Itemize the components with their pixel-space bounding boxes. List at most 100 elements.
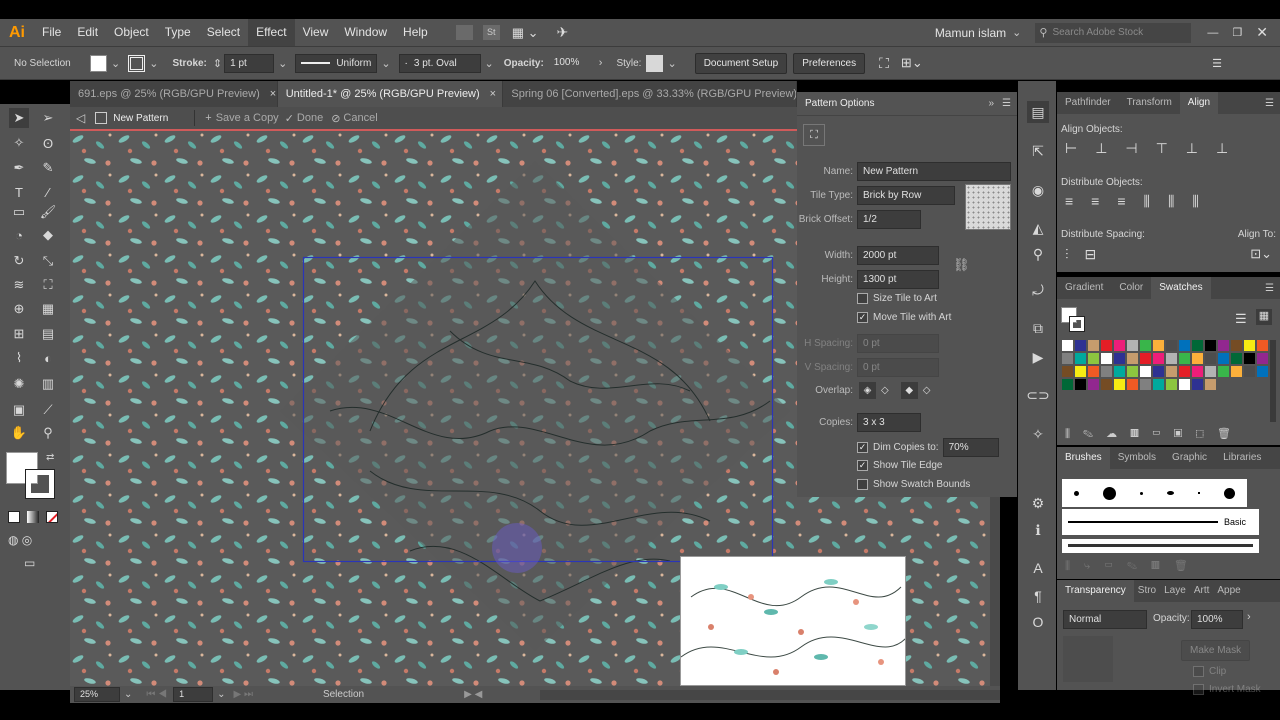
tab-appearance[interactable]: Appe: [1213, 580, 1244, 602]
layers-icon[interactable]: ⧉: [1027, 317, 1049, 339]
color-swatch[interactable]: [1062, 353, 1073, 364]
color-swatch[interactable]: [1257, 340, 1268, 351]
color-swatch[interactable]: [1062, 340, 1073, 351]
chevron-down-icon[interactable]: ⌄: [124, 689, 132, 700]
stroke-color-box[interactable]: [25, 469, 55, 499]
color-swatch[interactable]: [1140, 366, 1151, 377]
panel-menu-icon[interactable]: ☰: [1212, 57, 1222, 70]
size-tile-to-art-row[interactable]: Size Tile to Art: [857, 293, 937, 304]
zoom-level-field[interactable]: 25%: [74, 687, 120, 702]
color-swatch[interactable]: [1127, 379, 1138, 390]
chevron-down-icon[interactable]: ⌄: [381, 57, 390, 70]
color-swatch[interactable]: [1075, 353, 1086, 364]
line-tool-icon[interactable]: ∕: [38, 182, 58, 202]
show-tile-edge-row[interactable]: ✓ Show Tile Edge: [857, 460, 943, 471]
menu-view[interactable]: View: [295, 19, 337, 46]
brush-dot-5[interactable]: [1198, 492, 1200, 494]
paragraph-icon[interactable]: ¶: [1027, 585, 1049, 607]
dim-copies-checkbox[interactable]: ✓: [857, 442, 868, 453]
invert-mask-row[interactable]: Invert Mask: [1193, 684, 1261, 695]
list-view-icon[interactable]: ☰: [1235, 311, 1247, 327]
hand-tool-icon[interactable]: ✋: [9, 423, 29, 443]
color-swatch[interactable]: [1166, 340, 1177, 351]
tab-graphic-styles[interactable]: Graphic: [1164, 447, 1215, 469]
chevron-down-icon[interactable]: ⌄: [149, 57, 158, 70]
color-swatch[interactable]: [1075, 340, 1086, 351]
color-swatch[interactable]: [1166, 366, 1177, 377]
color-swatch[interactable]: [1192, 379, 1203, 390]
eyedropper-icon[interactable]: ⌇: [9, 348, 29, 368]
color-swatch[interactable]: [1218, 353, 1229, 364]
brush-swatch-row[interactable]: [1062, 479, 1247, 507]
properties-icon[interactable]: ▤: [1027, 101, 1049, 123]
done-button[interactable]: Done: [297, 112, 323, 124]
color-swatch[interactable]: [1114, 353, 1125, 364]
color-guide-icon[interactable]: ◉: [1027, 179, 1049, 201]
color-swatch[interactable]: [1231, 366, 1242, 377]
close-icon[interactable]: ×: [490, 88, 496, 100]
color-swatch[interactable]: [1127, 340, 1138, 351]
variable-width-profile[interactable]: Uniform: [295, 53, 378, 73]
color-swatch[interactable]: [1205, 379, 1216, 390]
align-dropdown-icon[interactable]: ⊞⌄: [901, 55, 923, 71]
free-transform-icon[interactable]: ⛶: [38, 275, 58, 295]
color-swatch[interactable]: [1231, 353, 1242, 364]
menu-effect[interactable]: Effect: [248, 19, 295, 46]
cancel-button[interactable]: Cancel: [343, 112, 377, 124]
assets-icon[interactable]: ⤾: [1027, 279, 1049, 301]
stock-icon[interactable]: St: [482, 25, 500, 40]
show-tile-edge-checkbox[interactable]: ✓: [857, 460, 868, 471]
libraries-icon[interactable]: ◭: [1027, 217, 1049, 239]
color-swatch[interactable]: [1140, 379, 1151, 390]
align-objects-buttons[interactable]: ⊢⊥⊣⊤⊥⊥: [1065, 140, 1275, 157]
copies-select[interactable]: 3 x 3: [857, 413, 921, 432]
panel-menu-icon[interactable]: ☰: [1265, 98, 1274, 109]
color-swatch[interactable]: [1205, 353, 1216, 364]
overlap-top-icon[interactable]: ◆: [900, 382, 918, 399]
style-swatch[interactable]: [646, 54, 664, 72]
back-arrow-icon[interactable]: ◁: [76, 111, 85, 125]
slice-tool-icon[interactable]: ⟋: [38, 400, 58, 420]
charcoal-brush-row[interactable]: [1062, 539, 1259, 553]
color-swatch[interactable]: [1062, 379, 1073, 390]
tab-transform[interactable]: Transform: [1119, 92, 1180, 114]
play-icon[interactable]: ▶: [1027, 346, 1049, 368]
close-window-button[interactable]: ✕: [1256, 24, 1268, 41]
color-swatch[interactable]: [1166, 353, 1177, 364]
blend-tool-icon[interactable]: ◐: [38, 348, 58, 368]
show-swatch-bounds-checkbox[interactable]: [857, 479, 868, 490]
shape-builder-icon[interactable]: ⊕: [9, 299, 29, 319]
color-swatch[interactable]: [1062, 366, 1073, 377]
lasso-icon[interactable]: ʘ: [38, 133, 58, 153]
tab-pathfinder[interactable]: Pathfinder: [1057, 92, 1119, 114]
chevron-down-icon[interactable]: ⌄: [278, 57, 287, 70]
color-swatch[interactable]: [1088, 379, 1099, 390]
color-swatch[interactable]: [1218, 340, 1229, 351]
magic-icon[interactable]: ✧: [1027, 423, 1049, 445]
brush-dot-2[interactable]: [1103, 486, 1116, 500]
gradient-mode-icon[interactable]: [27, 511, 39, 523]
rotate-tool-icon[interactable]: ↻: [9, 251, 29, 271]
stroke-swatch[interactable]: [128, 54, 146, 72]
make-mask-button[interactable]: Make Mask: [1181, 640, 1251, 661]
pattern-tile-tool-icon[interactable]: ⛶: [803, 124, 825, 146]
menu-select[interactable]: Select: [199, 19, 248, 46]
tab-libraries[interactable]: Libraries: [1215, 447, 1269, 469]
chevron-right-icon[interactable]: ›: [599, 57, 603, 69]
direct-selection-tool-icon[interactable]: ➢: [38, 108, 58, 128]
tab-gradient[interactable]: Gradient: [1057, 277, 1111, 299]
tab-spring-06[interactable]: Spring 06 [Converted].eps @ 33.33% (RGB/…: [503, 81, 796, 107]
chevron-down-icon[interactable]: ⌄: [111, 57, 120, 70]
paintbrush-icon[interactable]: 🖌: [38, 202, 58, 222]
color-swatch[interactable]: [1140, 353, 1151, 364]
graph-tool-icon[interactable]: ▥: [38, 374, 58, 394]
info-icon[interactable]: ℹ: [1027, 519, 1049, 541]
color-swatch[interactable]: [1101, 353, 1112, 364]
tab-transparency[interactable]: Transparency: [1057, 580, 1134, 602]
eraser-icon[interactable]: ◆: [38, 225, 58, 245]
invert-mask-checkbox[interactable]: [1193, 684, 1204, 695]
mesh-tool-icon[interactable]: ⊞: [9, 324, 29, 344]
color-swatch[interactable]: [1075, 379, 1086, 390]
color-swatch[interactable]: [1088, 340, 1099, 351]
none-mode-icon[interactable]: [46, 511, 58, 523]
